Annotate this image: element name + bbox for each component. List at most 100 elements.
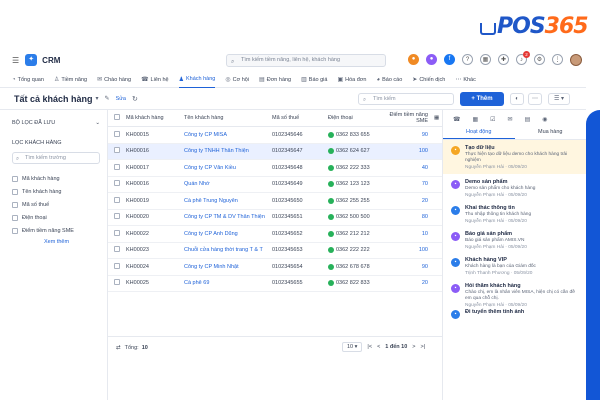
row-checkbox[interactable] — [114, 196, 120, 203]
last-page-icon[interactable]: >| — [421, 344, 426, 350]
purple-status-icon[interactable]: ● — [426, 54, 437, 65]
saved-filters-header[interactable]: BỘ LỌC ĐÃ LƯU ⌄ — [12, 120, 100, 126]
list-search-input[interactable]: ⌕ Tìm kiếm — [358, 93, 454, 105]
row-checkbox[interactable] — [114, 246, 120, 253]
col-header-code[interactable]: Mã khách hàng — [126, 115, 184, 121]
menu-item-tiem-nang[interactable]: ♙ Tiềm năng — [54, 72, 87, 88]
cell-name-link[interactable]: Công ty CP Minh Nhật — [184, 264, 272, 270]
table-row[interactable]: KH00025 Cà phê 69 0102345655 0362 822 833 20 — [108, 276, 442, 292]
puzzle-icon[interactable]: ✚ — [498, 54, 509, 65]
filter-item-score[interactable]: Điểm tiềm năng SME — [12, 224, 107, 237]
col-header-phone[interactable]: Điện thoại — [328, 115, 382, 121]
avatar[interactable] — [570, 54, 582, 66]
prev-page-icon[interactable]: < — [377, 344, 380, 350]
cell-name-link[interactable]: Cà phê 69 — [184, 280, 272, 286]
row-checkbox[interactable] — [114, 229, 120, 236]
cell-phone[interactable]: 0362 212 212 — [328, 230, 382, 237]
tab-mua-hang[interactable]: Mua hàng — [515, 126, 587, 139]
checkbox[interactable] — [12, 175, 18, 182]
facebook-icon[interactable]: f — [444, 54, 455, 65]
row-checkbox[interactable] — [114, 147, 120, 154]
menu-item-chien-dich[interactable]: ➤ Chiến dịch — [412, 72, 445, 88]
table-row[interactable]: KH00015 Công ty CP MISA 0102345646 0362 833… — [108, 127, 442, 144]
global-search-input[interactable]: ⌕ Tìm kiếm tiềm năng, liên hệ, khách hàn… — [226, 54, 386, 67]
orange-status-icon[interactable]: ● — [408, 54, 419, 65]
menu-item-khach-hang[interactable]: ♟ Khách hàng — [178, 72, 216, 88]
chevron-down-icon[interactable]: ▾ — [96, 95, 99, 102]
table-row[interactable]: KH00023 Chuỗi cửa hàng thời trang T & T 01… — [108, 243, 442, 259]
cell-name-link[interactable]: Công ty CP MISA — [184, 132, 272, 138]
menu-item-lien-he[interactable]: ☎ Liên hệ — [141, 72, 169, 88]
page-size-select[interactable]: 10 ▾ — [342, 342, 363, 352]
activity-item[interactable]: ▪ Demo sản phẩm Demo sản phẩm cho khách hà… — [443, 174, 586, 200]
edit-view-button[interactable]: Sửa — [116, 96, 126, 102]
table-row[interactable]: KH00020 Công ty CP TM & DV Thân Thiện 0102… — [108, 210, 442, 226]
more-options-icon[interactable]: ⋯ — [528, 93, 542, 105]
help-icon[interactable]: ? — [462, 54, 473, 65]
refresh-icon[interactable]: ↻ — [132, 95, 138, 103]
cell-phone[interactable]: 0362 833 655 — [328, 131, 382, 138]
cell-phone[interactable]: 0362 822 833 — [328, 280, 382, 287]
menu-item-co-hoi[interactable]: ◎ Cơ hội — [225, 72, 249, 88]
select-all-checkbox[interactable] — [114, 114, 120, 120]
menu-grid-icon[interactable]: ☰ — [12, 56, 19, 65]
cell-phone[interactable]: 0362 123 123 — [328, 181, 382, 188]
table-row[interactable]: KH00019 Cà phê Trung Nguyên 0102345650 0362… — [108, 193, 442, 210]
checkbox[interactable] — [12, 201, 18, 208]
table-row[interactable]: KH00016 Công ty TNHH Thân Thiện 0102345647… — [108, 143, 442, 160]
cell-name-link[interactable]: Công ty CP TM & DV Thân Thiện — [184, 214, 272, 220]
cell-phone[interactable]: 0362 255 255 — [328, 197, 382, 204]
list-settings-icon[interactable]: ☰ ▾ — [548, 93, 570, 105]
note-icon[interactable]: ▤ — [525, 116, 531, 126]
row-checkbox[interactable] — [114, 262, 120, 269]
menu-item-bao-cao[interactable]: ◕ Báo cáo — [376, 72, 402, 88]
menu-item-hoa-don[interactable]: ▣ Hóa đơn — [337, 72, 366, 88]
cell-phone[interactable]: 0362 678 678 — [328, 263, 382, 270]
cell-name-link[interactable]: Chuỗi cửa hàng thời trang T & T — [184, 247, 272, 253]
activity-item[interactable]: ▪ Hỏi thăm khách hàng Chào chị, em là nhân… — [443, 278, 586, 308]
activity-item[interactable]: ▪ Tạo dữ liệu Thực hiện tạo dữ liệu demo c… — [443, 140, 586, 174]
bell-icon[interactable]: ♪ 2 — [516, 51, 530, 65]
row-checkbox[interactable] — [114, 279, 120, 286]
show-more-filters-link[interactable]: Xem thêm — [44, 239, 107, 245]
settings-icon[interactable]: ⚙ — [534, 54, 545, 65]
calendar-icon[interactable]: ▦ — [480, 54, 491, 65]
cell-phone[interactable]: 0362 500 500 — [328, 214, 382, 221]
toggle-panel-icon[interactable]: ◐ — [510, 93, 524, 105]
view-selector[interactable]: Tất cả khách hàng — [14, 94, 93, 104]
table-row[interactable]: KH00022 Công ty CP Anh Dũng 0102345652 0362… — [108, 226, 442, 243]
filter-item-code[interactable]: Mã khách hàng — [12, 172, 107, 185]
next-page-icon[interactable]: > — [412, 344, 415, 350]
first-page-icon[interactable]: |< — [367, 344, 372, 350]
menu-item-don-hang[interactable]: ▤ Đơn hàng — [259, 72, 291, 88]
mail-icon[interactable]: ✉ — [508, 116, 513, 126]
table-row[interactable]: KH00016 Quán Nhớ 0102345649 0362 123 123 70 — [108, 177, 442, 193]
table-row[interactable]: KH00017 Công ty CP Văn Kiều 0102345648 0362… — [108, 160, 442, 177]
cell-name-link[interactable]: Công ty CP Anh Dũng — [184, 231, 272, 237]
col-header-name[interactable]: Tên khách hàng — [184, 115, 272, 121]
apps-icon[interactable]: ⋮ — [552, 54, 563, 65]
filter-item-name[interactable]: Tên khách hàng — [12, 185, 107, 198]
activity-item[interactable]: ▪ Báo giá sản phẩm Báo giá sản phẩm AMIS.V… — [443, 226, 586, 252]
menu-item-bao-gia[interactable]: ▥ Báo giá — [301, 72, 327, 88]
row-checkbox[interactable] — [114, 130, 120, 137]
filter-item-phone[interactable]: Điện thoại — [12, 211, 107, 224]
filter-item-tax[interactable]: Mã số thuế — [12, 198, 107, 211]
crm-app-icon[interactable]: ✦ — [25, 54, 38, 66]
activity-item[interactable]: ▪ Khách hàng VIP Khách hàng là bạn của Giá… — [443, 252, 586, 278]
table-row[interactable]: KH00024 Công ty CP Minh Nhật 0102345654 036… — [108, 259, 442, 276]
phone-icon[interactable]: ☎ — [453, 116, 460, 126]
menu-item-chao-hang[interactable]: ✉ Chào hàng — [97, 72, 131, 88]
tab-hoat-dong[interactable]: Hoạt động — [443, 126, 515, 139]
activity-item[interactable]: ▪ Khai thác thông tin Thu nhập thông tin k… — [443, 200, 586, 226]
menu-item-tong-quan[interactable]: ◔ Tổng quan — [12, 72, 44, 88]
calendar-icon[interactable]: ▦ — [472, 116, 478, 126]
cell-name-link[interactable]: Quán Nhớ — [184, 181, 272, 187]
checkbox[interactable] — [12, 188, 18, 195]
col-header-tax[interactable]: Mã số thuế — [272, 115, 328, 121]
filter-field-search[interactable]: ⌕ Tìm kiếm trường — [12, 152, 100, 164]
row-checkbox[interactable] — [114, 163, 120, 170]
chat-icon[interactable]: ◉ — [542, 116, 547, 126]
task-icon[interactable]: ☑ — [490, 116, 495, 126]
checkbox[interactable] — [12, 227, 18, 234]
